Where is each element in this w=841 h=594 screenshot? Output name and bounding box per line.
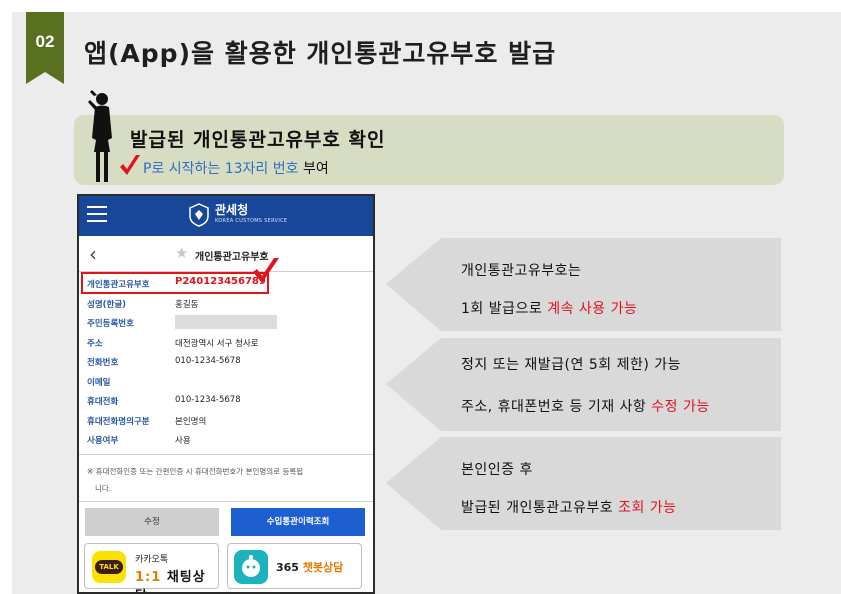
banner-heading: 발급된 개인통관고유부호 확인 xyxy=(130,129,386,151)
kakao-chat-card[interactable]: TALK 카카오톡 1:1 채팅상담 xyxy=(84,543,219,592)
row-value: 사용 xyxy=(175,436,191,446)
row-value: 010-1234-5678 xyxy=(175,356,241,366)
callout-line: 발급된 개인통관고유부호 조회 가능 xyxy=(461,500,677,516)
kakao-label: 카카오톡 xyxy=(135,555,169,565)
callout-line: 개인통관고유부호는 xyxy=(461,263,582,279)
table-row: 주소 대전광역시 서구 청사로 xyxy=(85,333,369,353)
customs-info-table: 개인통관고유부호 P240123456789 성명(한글) 홍길동 주민등록번호… xyxy=(85,274,369,450)
row-value: 홍길동 xyxy=(175,299,199,310)
row-label: 이메일 xyxy=(87,377,111,388)
app-header-title: 관세청 xyxy=(215,203,249,217)
kakao-chat-label: 1:1 채팅상담 xyxy=(135,570,206,592)
callout-panel-1: 개인통관고유부호는 1회 발급으로 계속 사용 가능 xyxy=(386,238,781,331)
masked-resident-number xyxy=(175,315,277,329)
kakaotalk-icon: TALK xyxy=(92,551,126,583)
row-label: 사용여부 xyxy=(87,436,119,446)
row-value: 010-1234-5678 xyxy=(175,395,241,405)
table-row: 주민등록번호 xyxy=(85,313,369,333)
customs-code-highlight-box xyxy=(81,272,269,294)
section-number: 02 xyxy=(35,32,55,51)
slide-title: 앱(App)을 활용한 개인통관고유부호 발급 xyxy=(84,39,557,68)
row-label: 휴대전화명의구분 xyxy=(87,416,150,427)
table-row: 휴대전화 010-1234-5678 xyxy=(85,391,369,411)
callout-line: 주소, 휴대폰번호 등 기재 사항 수정 가능 xyxy=(461,399,710,415)
callout-line: 본인인증 후 xyxy=(461,462,533,478)
table-row: 성명(한글) 홍길동 xyxy=(85,294,369,314)
row-value: 대전광역시 서구 청사로 xyxy=(175,338,259,349)
row-value: 본인명의 xyxy=(175,416,207,427)
businesswoman-silhouette-icon xyxy=(88,90,112,182)
section-number-badge: 02 xyxy=(26,12,64,84)
row-label: 주민등록번호 xyxy=(87,319,134,329)
customs-emblem-icon xyxy=(189,203,209,227)
banner-subtext-highlight: P로 시작하는 13자리 번호 xyxy=(143,161,299,177)
table-row: 이메일 xyxy=(85,372,369,392)
row-label: 전화번호 xyxy=(87,358,119,368)
import-history-button[interactable]: 수입통관이력조회 xyxy=(231,508,365,536)
callout-line: 1회 발급으로 계속 사용 가능 xyxy=(461,301,638,317)
chatbot-icon xyxy=(234,550,268,584)
banner-subtext: P로 시작하는 13자리 번호 부여 xyxy=(143,158,329,178)
table-row: 휴대전화명의구분 본인명의 xyxy=(85,411,369,431)
info-note: ※ 휴대전화인증 또는 간편인증 시 휴대전화번호가 본인명의로 등록됩 니다. xyxy=(79,454,373,502)
note-line: 니다. xyxy=(95,484,112,493)
banner-subtext-rest: 부여 xyxy=(298,161,329,177)
app-header: 관세청 KOREA CUSTOMS SERVICE xyxy=(79,196,373,236)
callout-line: 정지 또는 재발급(연 5회 제한) 가능 xyxy=(461,357,682,373)
callout-panel-2: 정지 또는 재발급(연 5회 제한) 가능 주소, 휴대폰번호 등 기재 사항 … xyxy=(386,338,781,431)
checkmark-icon xyxy=(120,155,140,175)
star-icon[interactable]: ★ xyxy=(175,244,188,262)
chevron-left-icon[interactable]: ‹ xyxy=(89,242,97,266)
note-line: ※ 휴대전화인증 또는 간편인증 시 휴대전화번호가 본인명의로 등록됩 xyxy=(87,467,304,476)
hamburger-menu-icon[interactable] xyxy=(87,206,107,224)
row-label: 휴대전화 xyxy=(87,397,119,407)
chatbot-card[interactable]: 365 챗봇상담 xyxy=(227,543,362,589)
app-header-subtitle: KOREA CUSTOMS SERVICE xyxy=(215,218,288,224)
table-row: 전화번호 010-1234-5678 xyxy=(85,352,369,372)
row-label: 주소 xyxy=(87,338,103,349)
app-nav-bar: ‹ ★ 개인통관고유부호 xyxy=(79,236,373,272)
row-label: 성명(한글) xyxy=(87,299,127,310)
table-row: 사용여부 사용 xyxy=(85,430,369,450)
chatbot-label: 365 챗봇상담 xyxy=(276,561,344,574)
checkmark-icon xyxy=(253,258,279,283)
callout-panel-3: 본인인증 후 발급된 개인통관고유부호 조회 가능 xyxy=(386,437,781,530)
edit-button[interactable]: 수정 xyxy=(85,508,219,536)
app-screenshot: 관세청 KOREA CUSTOMS SERVICE ‹ ★ 개인통관고유부호 개… xyxy=(77,194,375,594)
